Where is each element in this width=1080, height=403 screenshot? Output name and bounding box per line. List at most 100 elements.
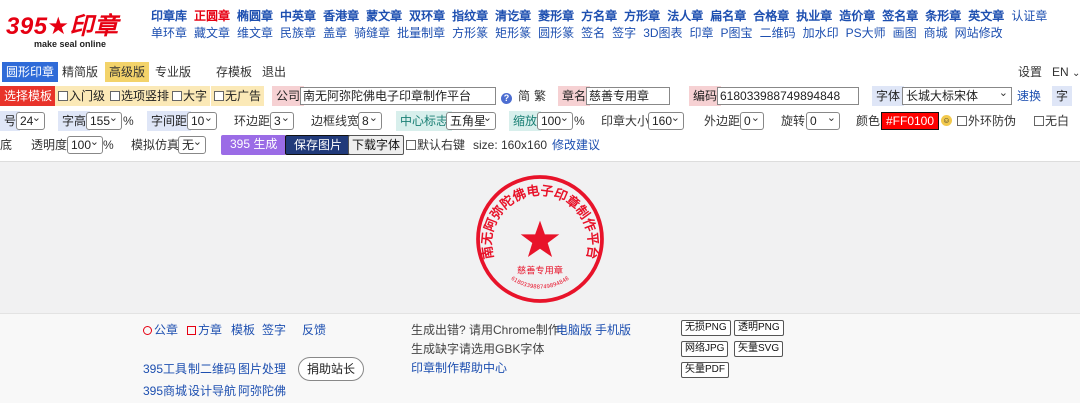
nav-link-row2-5[interactable]: 骑缝章: [354, 24, 390, 41]
nav-link-row2-0[interactable]: 单环章: [151, 24, 187, 41]
simulation-select[interactable]: 无: [178, 136, 206, 154]
footer-shop-link[interactable]: 395商城: [143, 383, 187, 399]
nav-link-row2-10[interactable]: 签名: [581, 24, 605, 41]
rotate-select[interactable]: 0: [806, 112, 840, 130]
help-icon[interactable]: ?: [501, 90, 512, 104]
lossless-png-button[interactable]: 无损PNG: [681, 320, 731, 336]
seal-preview[interactable]: 南无阿弥陀佛电子印章制作平台 慈善专用章 618033988749894848: [473, 172, 607, 306]
nav-link-row1-7[interactable]: 指纹章: [452, 7, 488, 24]
tab-circle-seal[interactable]: 圆形印章: [2, 62, 59, 82]
vector-pdf-button[interactable]: 矢量PDF: [681, 362, 729, 378]
save-image-button[interactable]: 保存图片: [285, 135, 352, 155]
footer-design-nav-link[interactable]: 设计导航: [188, 383, 236, 399]
nav-link-row2-13[interactable]: 印章: [690, 24, 714, 41]
code-input[interactable]: 618033988749894848: [717, 87, 859, 105]
nav-link-row1-19[interactable]: 英文章: [968, 7, 1004, 24]
nav-link-row2-1[interactable]: 藏文章: [194, 24, 230, 41]
feedback-link[interactable]: 修改建议: [552, 135, 600, 155]
transparent-png-button[interactable]: 透明PNG: [734, 320, 784, 336]
font-select[interactable]: 长城大标宋体: [902, 87, 1012, 105]
nav-link-row2-3[interactable]: 民族章: [280, 24, 316, 41]
site-logo[interactable]: 395★印章 make seal online: [6, 6, 136, 49]
zoom-select[interactable]: 100: [537, 112, 573, 130]
nav-link-row2-17[interactable]: PS大师: [846, 24, 886, 41]
footer-mobile-link[interactable]: 手机版: [595, 322, 631, 338]
no-ads-checkbox[interactable]: 无广告: [211, 86, 265, 106]
nav-link-row2-15[interactable]: 二维码: [760, 24, 796, 41]
nav-link-row2-6[interactable]: 批量制章: [397, 24, 445, 41]
nav-link-row2-16[interactable]: 加水印: [803, 24, 839, 41]
color-picker[interactable]: #FF0100: [881, 112, 940, 130]
footer-amitabha-link[interactable]: 阿弥陀佛: [238, 383, 286, 399]
default-right-click-checkbox[interactable]: 默认右键: [406, 135, 465, 155]
nav-link-row1-13[interactable]: 扁名章: [710, 7, 746, 24]
nav-link-row1-17[interactable]: 签名章: [882, 7, 918, 24]
outer-margin-select[interactable]: 0: [740, 112, 764, 130]
simplified-chinese-link[interactable]: 简: [518, 86, 530, 106]
nav-link-row1-4[interactable]: 香港章: [323, 7, 359, 24]
footer-qrcode-link[interactable]: 制二维码: [188, 361, 236, 377]
large-font-checkbox[interactable]: 大字: [169, 86, 211, 106]
nav-link-row1-16[interactable]: 造价章: [839, 7, 875, 24]
center-mark-select[interactable]: 五角星: [446, 112, 496, 130]
traditional-chinese-link[interactable]: 繁: [534, 86, 546, 106]
language-switch[interactable]: EN ⌄: [1048, 62, 1080, 84]
settings-link[interactable]: 设置: [1014, 62, 1046, 82]
web-jpg-button[interactable]: 网络JPG: [681, 341, 729, 357]
nav-link-row2-4[interactable]: 盖章: [323, 24, 347, 41]
emoji-icon[interactable]: ☺: [941, 115, 952, 126]
char-height-select[interactable]: 155: [86, 112, 122, 130]
tab-advanced[interactable]: 高级版: [105, 62, 150, 82]
nav-link-row1-1[interactable]: 正圆章: [194, 7, 230, 24]
nav-link-row1-18[interactable]: 条形章: [925, 7, 961, 24]
nav-link-row1-9[interactable]: 菱形章: [538, 7, 574, 24]
footer-public-seal-link[interactable]: 公章: [143, 322, 178, 338]
nav-link-row2-8[interactable]: 矩形篆: [495, 24, 531, 41]
char-spacing-select[interactable]: 10: [187, 112, 217, 130]
nav-link-row2-19[interactable]: 商城: [924, 24, 948, 41]
nav-link-row2-18[interactable]: 画图: [893, 24, 917, 41]
download-font-button[interactable]: 下载字体: [348, 135, 405, 155]
entry-level-checkbox[interactable]: 入门级: [55, 86, 109, 106]
seal-name-input[interactable]: 慈善专用章: [586, 87, 670, 105]
nav-link-row2-11[interactable]: 签字: [612, 24, 636, 41]
nav-link-row2-14[interactable]: P图宝: [721, 24, 753, 41]
choose-template-button[interactable]: 选择模板: [0, 86, 57, 106]
outer-ring-security-checkbox[interactable]: 外环防伪: [957, 111, 1016, 131]
footer-square-seal-link[interactable]: 方章: [187, 322, 222, 338]
seal-size-select[interactable]: 160: [648, 112, 684, 130]
nav-link-row1-12[interactable]: 法人章: [667, 7, 703, 24]
nav-link-row1-2[interactable]: 椭圆章: [237, 7, 273, 24]
logout-link[interactable]: 退出: [258, 62, 290, 82]
footer-feedback-link[interactable]: 反馈: [302, 322, 326, 338]
nav-link-row1-15[interactable]: 执业章: [796, 7, 832, 24]
no-white-checkbox[interactable]: 无白: [1034, 111, 1069, 131]
footer-image-process-link[interactable]: 图片处理: [238, 361, 286, 377]
tab-pro[interactable]: 专业版: [151, 62, 195, 82]
tab-simple[interactable]: 精简版: [58, 62, 102, 82]
donate-button[interactable]: 捐助站长: [298, 357, 364, 381]
template-storage-link[interactable]: 存模板: [212, 62, 256, 82]
nav-link-row1-6[interactable]: 双环章: [409, 7, 445, 24]
footer-help-center-link[interactable]: 印章制作帮助中心: [411, 360, 507, 376]
nav-link-row2-2[interactable]: 维文章: [237, 24, 273, 41]
nav-link-row1-10[interactable]: 方名章: [581, 7, 617, 24]
nav-link-row1-11[interactable]: 方形章: [624, 7, 660, 24]
nav-link-row1-8[interactable]: 清讫章: [495, 7, 531, 24]
nav-link-row1-0[interactable]: 印章库: [151, 7, 187, 24]
opacity-select[interactable]: 100: [67, 136, 103, 154]
vertical-options-checkbox[interactable]: 选项竖排: [107, 86, 173, 106]
quick-change-link[interactable]: 速换: [1017, 86, 1041, 106]
vector-svg-button[interactable]: 矢量SVG: [734, 341, 784, 357]
nav-link-row2-12[interactable]: 3D图表: [643, 24, 682, 41]
nav-link-row1-5[interactable]: 蒙文章: [366, 7, 402, 24]
company-input[interactable]: 南无阿弥陀佛电子印章制作平台: [300, 87, 496, 105]
nav-link-row1-20[interactable]: 认证章: [1011, 7, 1047, 24]
footer-template-link[interactable]: 模板: [231, 322, 255, 338]
footer-desktop-link[interactable]: 电脑版: [556, 322, 592, 338]
footer-signature-link[interactable]: 签字: [262, 322, 286, 338]
nav-link-row1-14[interactable]: 合格章: [753, 7, 789, 24]
nav-link-row2-20[interactable]: 网站修改: [955, 24, 1003, 41]
ring-spacing-select[interactable]: 3: [270, 112, 294, 130]
nav-link-row2-9[interactable]: 圆形篆: [538, 24, 574, 41]
